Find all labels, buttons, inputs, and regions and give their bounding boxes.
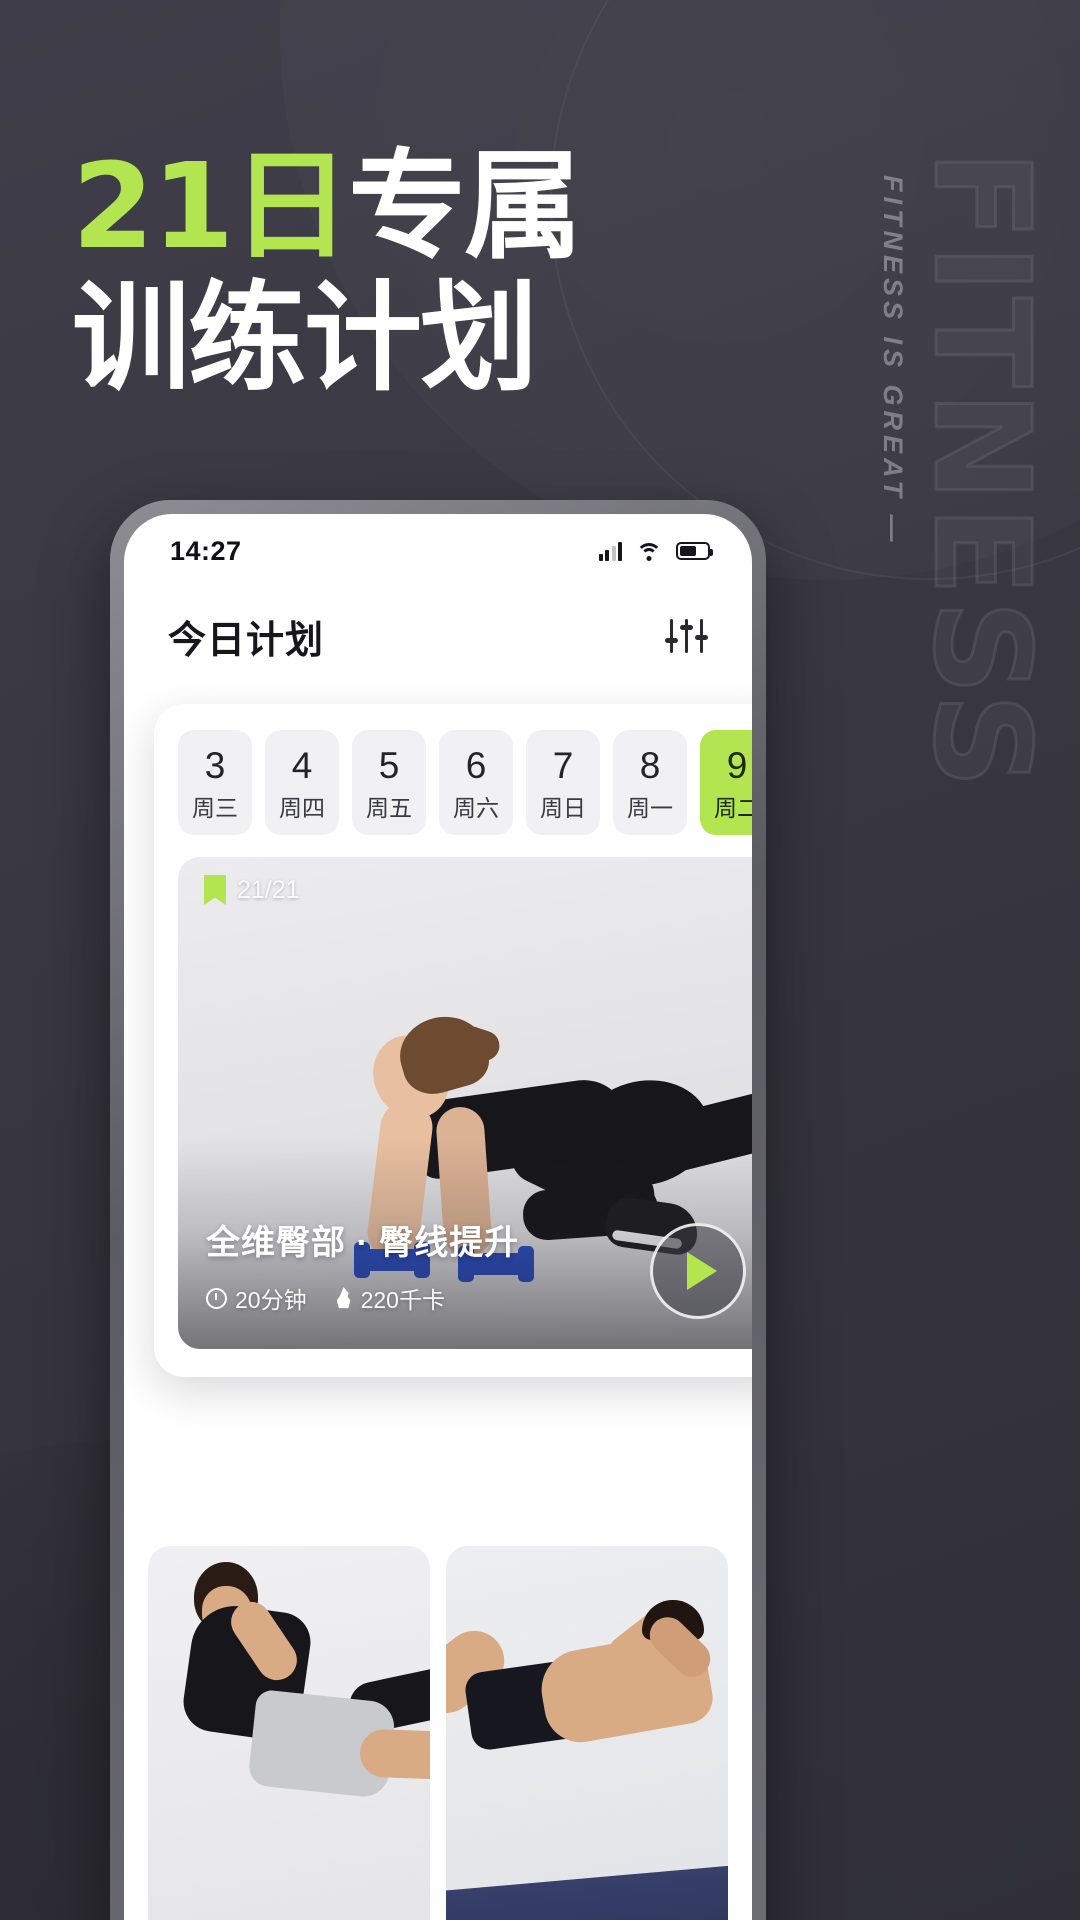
date-weekday: 周四 <box>279 795 325 821</box>
headline-line-2: 训练计划 <box>72 269 538 408</box>
play-button[interactable] <box>650 1223 746 1319</box>
hero-workout-card[interactable]: 21/21 全维臀部 · 臀线提升 20分钟 220千卡 <box>178 857 752 1349</box>
date-pill-3[interactable]: 3 周三 <box>178 730 252 835</box>
cellular-signal-icon <box>598 541 622 561</box>
progress-badge: 21/21 <box>204 875 300 905</box>
date-weekday: 周五 <box>366 795 412 821</box>
workout-thumbnail-row <box>124 1546 752 1920</box>
headline-exclusive: 专属 <box>348 137 582 275</box>
status-clock: 14:27 <box>170 535 242 566</box>
date-weekday: 周六 <box>453 795 499 821</box>
headline-days: 21日 <box>72 137 350 275</box>
vertical-fitness-outline-text: FITNESS <box>903 148 1060 793</box>
vertical-tagline-text: FITNESS IS GREAT — <box>878 175 908 547</box>
progress-count: 21/21 <box>237 875 300 904</box>
date-number: 7 <box>552 745 574 786</box>
date-weekday: 周二 <box>714 795 752 821</box>
duration-value: 20分钟 <box>235 1287 307 1313</box>
phone-mockup: 14:27 今日计划 3 周三 4 周四 5 周五 6 周六 7 周日 8 周一… <box>110 500 766 1920</box>
poster-headline: 21日专属 训练计划 <box>72 140 692 404</box>
workout-stats: 20分钟 220千卡 <box>206 1281 519 1315</box>
date-number: 3 <box>204 745 226 786</box>
date-number: 4 <box>291 745 313 786</box>
calories-value: 220千卡 <box>360 1287 445 1313</box>
hero-info: 全维臀部 · 臀线提升 20分钟 220千卡 <box>206 1215 519 1315</box>
date-weekday: 周三 <box>192 795 238 821</box>
date-pill-7[interactable]: 7 周日 <box>526 730 600 835</box>
sliders-filter-icon[interactable] <box>665 619 708 653</box>
clock-icon <box>206 1287 227 1309</box>
date-pill-8[interactable]: 8 周一 <box>613 730 687 835</box>
date-number: 5 <box>378 745 400 786</box>
wifi-icon <box>636 542 662 561</box>
play-icon <box>687 1252 717 1290</box>
headline-line-1: 21日专属 <box>72 140 692 272</box>
date-number: 6 <box>465 745 487 786</box>
today-plan-card: 3 周三 4 周四 5 周五 6 周六 7 周日 8 周一 9 周二 21/21… <box>154 704 752 1377</box>
date-pill-9-selected[interactable]: 9 周二 <box>700 730 752 835</box>
status-bar: 14:27 <box>124 514 752 588</box>
duration-stat: 20分钟 <box>206 1281 307 1315</box>
flame-icon <box>336 1287 351 1309</box>
date-number: 9 <box>726 745 748 786</box>
date-pill-6[interactable]: 6 周六 <box>439 730 513 835</box>
workout-thumb-left[interactable] <box>148 1546 430 1920</box>
workout-title: 全维臀部 · 臀线提升 <box>206 1224 520 1262</box>
yoga-mat <box>446 1860 728 1920</box>
app-header: 今日计划 <box>124 588 752 684</box>
bookmark-icon <box>204 875 226 905</box>
battery-icon <box>676 542 713 560</box>
date-weekday: 周一 <box>627 795 673 821</box>
page-title: 今日计划 <box>168 619 325 662</box>
workout-thumb-right[interactable] <box>446 1546 728 1920</box>
date-selector[interactable]: 3 周三 4 周四 5 周五 6 周六 7 周日 8 周一 9 周二 <box>178 730 752 835</box>
status-system-icons <box>598 541 713 561</box>
date-weekday: 周日 <box>540 795 586 821</box>
phone-screen: 14:27 今日计划 3 周三 4 周四 5 周五 6 周六 7 周日 8 周一… <box>124 514 752 1920</box>
date-pill-5[interactable]: 5 周五 <box>352 730 426 835</box>
poster-background: FITNESS FITNESS IS GREAT — 21日专属 训练计划 14… <box>0 0 1080 1920</box>
date-number: 8 <box>639 745 661 786</box>
calories-stat: 220千卡 <box>335 1281 445 1315</box>
date-pill-4[interactable]: 4 周四 <box>265 730 339 835</box>
